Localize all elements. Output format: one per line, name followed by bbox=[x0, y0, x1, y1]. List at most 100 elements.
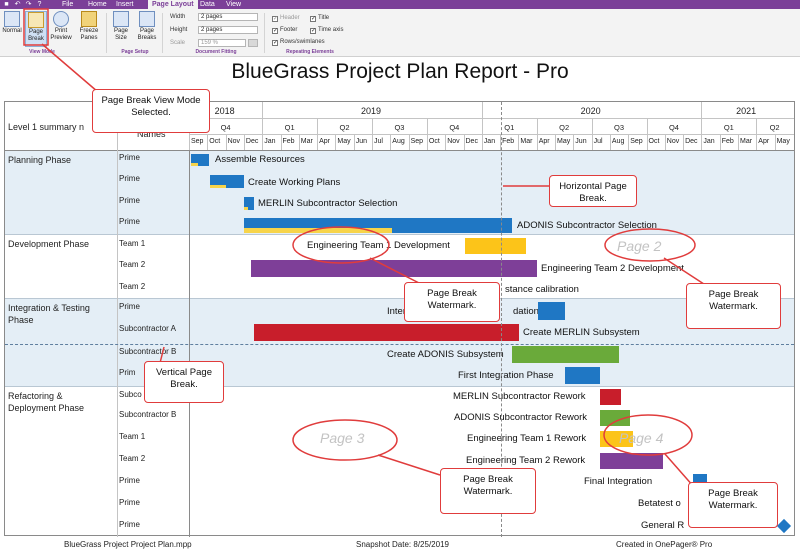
month-label: Feb bbox=[282, 138, 295, 145]
header-checkbox[interactable]: ✓ Header bbox=[272, 15, 300, 22]
title-bar: ■ ↶ ↷ ? File Home Insert Page Layout Dat… bbox=[0, 0, 800, 9]
task-bar[interactable] bbox=[244, 197, 254, 210]
month-tick bbox=[243, 134, 245, 150]
month-label: Dec bbox=[245, 138, 259, 145]
month-tick bbox=[445, 134, 447, 150]
width-label: Width bbox=[170, 14, 186, 20]
month-label: Oct bbox=[209, 138, 221, 145]
repeating-elements-group-title: Repeating Elements bbox=[286, 49, 334, 55]
scale-field[interactable]: 159 % bbox=[198, 39, 246, 47]
redo-icon[interactable]: ↷ bbox=[25, 1, 32, 8]
divider bbox=[264, 13, 265, 53]
month-tick bbox=[573, 134, 575, 150]
help-icon[interactable]: ? bbox=[36, 1, 43, 8]
watermark-page-3: Page 3 bbox=[320, 430, 365, 446]
print-preview-button[interactable]: Print Preview bbox=[50, 11, 72, 42]
task-bar[interactable] bbox=[210, 175, 244, 188]
task-bar[interactable] bbox=[191, 154, 209, 166]
task-bar[interactable] bbox=[600, 453, 663, 469]
time-axis-checkbox[interactable]: ✓ Time axis bbox=[310, 27, 343, 34]
quarter-label: Q4 bbox=[449, 123, 460, 132]
group-label-refactoring: Refactoring & Deployment Phase bbox=[8, 391, 85, 413]
document-fitting-group-title: Document Fitting bbox=[195, 49, 237, 55]
width-select[interactable]: 2 pages bbox=[198, 13, 258, 21]
save-icon[interactable]: ■ bbox=[3, 1, 10, 8]
task-bar[interactable] bbox=[600, 410, 630, 426]
task-bar[interactable] bbox=[600, 389, 621, 405]
task-bar[interactable] bbox=[565, 367, 600, 384]
task-label: Create Working Plans bbox=[248, 177, 341, 188]
height-select[interactable]: 2 pages bbox=[198, 26, 258, 34]
view-mode-group-title: View Mode bbox=[29, 49, 55, 55]
task-bar[interactable] bbox=[512, 346, 619, 363]
resource-label: Prime bbox=[119, 498, 140, 507]
task-label: ADONIS Subcontractor Selection bbox=[517, 220, 657, 231]
scale-apply-button[interactable] bbox=[248, 39, 258, 47]
quarter-tick bbox=[756, 118, 758, 134]
quarter-tick bbox=[372, 118, 373, 134]
title-checkbox[interactable]: ✓ Title bbox=[310, 15, 329, 22]
callout-watermark: Page Break Watermark. bbox=[688, 482, 778, 528]
month-tick bbox=[518, 134, 520, 150]
task-bar[interactable] bbox=[251, 260, 537, 277]
resource-label: Prime bbox=[119, 196, 140, 205]
undo-icon[interactable]: ↶ bbox=[14, 1, 21, 8]
callout-watermark: Page Break Watermark. bbox=[404, 282, 500, 322]
footer-filename: BlueGrass Project Project Plan.mpp bbox=[64, 540, 192, 549]
month-label: Nov bbox=[447, 138, 460, 145]
page-size-icon bbox=[113, 11, 129, 27]
report-footer: BlueGrass Project Project Plan.mpp Snaps… bbox=[0, 538, 800, 552]
month-tick bbox=[683, 134, 685, 150]
tab-view[interactable]: View bbox=[222, 0, 245, 9]
scale-label: Scale bbox=[170, 40, 186, 46]
month-tick bbox=[353, 134, 355, 150]
gantt-chart: Level 1 summary n Names Sep Oct Nov Dec Jan F… bbox=[4, 101, 795, 537]
page-setup-group-title: Page Setup bbox=[121, 49, 149, 55]
page-break-icon bbox=[28, 12, 44, 28]
resource-label: Prime bbox=[119, 174, 140, 183]
task-label: Engineering Team 1 Rework bbox=[467, 433, 587, 444]
quarter-tick bbox=[262, 118, 264, 134]
footer-created-by: Created in OnePager® Pro bbox=[616, 540, 713, 549]
rows-swimlanes-checkbox[interactable]: ✓ Rows/swimlanes bbox=[272, 39, 325, 46]
task-bar[interactable] bbox=[254, 324, 519, 341]
task-label: General R bbox=[641, 520, 685, 531]
tab-page-layout[interactable]: Page Layout bbox=[148, 0, 198, 9]
callout-view-mode: Page Break View Mode Selected. bbox=[92, 89, 210, 133]
tab-data[interactable]: Data bbox=[196, 0, 219, 9]
year-label: 2020 bbox=[580, 106, 601, 116]
quarter-tick bbox=[317, 118, 319, 134]
task-label: dation bbox=[513, 306, 539, 317]
freeze-panes-button[interactable]: Freeze Panes bbox=[76, 11, 102, 42]
month-tick bbox=[646, 134, 648, 150]
task-bar[interactable] bbox=[465, 238, 526, 254]
month-label: Oct bbox=[428, 138, 440, 145]
tab-home[interactable]: Home bbox=[84, 0, 111, 9]
tab-insert[interactable]: Insert bbox=[112, 0, 138, 9]
footer-checkbox[interactable]: ✓ Footer bbox=[272, 27, 297, 34]
quarter-label: Q1 bbox=[284, 123, 295, 132]
month-tick bbox=[426, 134, 428, 150]
page-size-button[interactable]: Page Size bbox=[110, 11, 132, 42]
callout-vertical-break: Vertical Page Break. bbox=[144, 361, 224, 403]
quarter-label: Q3 bbox=[614, 123, 625, 132]
month-tick bbox=[591, 134, 593, 150]
quarter-tick bbox=[536, 118, 538, 134]
month-label: Jan bbox=[264, 138, 276, 145]
month-tick bbox=[463, 134, 465, 150]
tab-file[interactable]: File bbox=[58, 0, 77, 9]
page-breaks-button[interactable]: Page Breaks bbox=[134, 11, 160, 42]
month-label: Feb bbox=[502, 138, 515, 145]
page-breaks-icon bbox=[139, 11, 155, 27]
height-label: Height bbox=[170, 27, 188, 33]
year-label: 2021 bbox=[736, 106, 757, 116]
task-bar[interactable] bbox=[538, 302, 565, 320]
callout-watermark: Page Break Watermark. bbox=[440, 468, 536, 514]
normal-view-button[interactable]: Normal bbox=[2, 11, 22, 35]
callout-horizontal-break: Horizontal Page Break. bbox=[549, 175, 637, 207]
swimlane-separator bbox=[5, 298, 794, 299]
page-break-view-button[interactable]: Page Break bbox=[25, 11, 47, 47]
year-label: 2018 bbox=[214, 106, 235, 116]
task-bar[interactable] bbox=[244, 218, 512, 233]
month-tick bbox=[189, 134, 190, 150]
